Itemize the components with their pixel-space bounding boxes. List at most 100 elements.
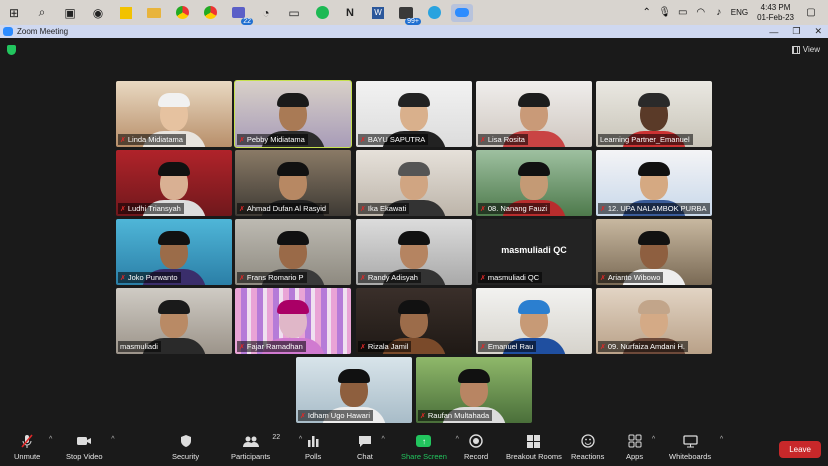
spotify-icon[interactable] [311,4,333,22]
chevron-up-icon[interactable]: ^ [299,436,302,443]
participant-hair [398,300,430,314]
participant-name: Ika Ekawati [367,204,407,213]
participant-tile[interactable]: ✗ 12. UPA NALAMBOK PURBA [596,150,712,216]
chrome-icon[interactable] [199,4,221,22]
participant-name: Lisa Rosita [487,135,525,144]
apps-button[interactable]: Apps ^ [626,433,655,461]
chrome-icon[interactable] [171,4,193,22]
muted-microphone-icon: ✗ [360,343,366,351]
steam-icon[interactable]: ◔ [255,4,277,22]
participant-tile[interactable]: ✗ Idham Ugo Hawari [296,357,412,423]
clock[interactable]: 4:43 PM 01-Feb-23 [757,3,794,23]
wifi-icon[interactable]: ◠ [694,7,708,18]
security-button[interactable]: Security [172,433,199,461]
participant-tile[interactable]: ✗ BAYU SAPUTRA [356,81,472,147]
participant-tile[interactable]: ✗ Lisa Rosita [476,81,592,147]
search-icon[interactable]: ⌕ [31,4,53,22]
participant-name: Fajar Ramadhan [246,342,303,351]
participant-hair [158,162,190,176]
participant-tile[interactable]: masmuliadi [116,288,232,354]
task-view-icon[interactable]: ▣ [59,4,81,22]
chevron-up-icon[interactable]: ⌃ [640,7,654,18]
view-button[interactable]: View [791,45,820,54]
volume-icon[interactable]: ♪ [712,7,726,18]
breakout-rooms-button[interactable]: Breakout Rooms [506,433,562,461]
file-explorer-icon[interactable] [143,4,165,22]
chevron-up-icon[interactable]: ^ [720,436,723,443]
participant-tile[interactable]: ✗ Raufan Multahada [416,357,532,423]
polls-icon [307,433,319,449]
participant-tile[interactable]: ✗ Randy Adisyah [356,219,472,285]
participant-tile[interactable]: ✗ Fajar Ramadhan [235,288,351,354]
share-screen-button[interactable]: ↑ Share Screen ^ [401,433,459,461]
record-button[interactable]: Record [464,433,488,461]
microphone-icon[interactable]: 🎙 [658,7,672,18]
participant-hair [398,93,430,107]
security-label: Security [172,452,200,461]
restore-icon[interactable]: ❐ [792,26,800,37]
notification-icon[interactable]: ▢ [804,7,818,18]
participant-tile[interactable]: Learning Partner_Emanuel [596,81,712,147]
whatsapp-icon[interactable]: 99+ [395,4,421,25]
participant-tile[interactable]: ✗ Frans Romario P [235,219,351,285]
participant-tile[interactable]: ✗ Rizala Jamil [356,288,472,354]
chat-label: Chat [357,452,373,461]
zoom-icon[interactable] [451,3,473,22]
participant-tile[interactable]: ✗ Ika Ekawati [356,150,472,216]
participant-hair [398,162,430,176]
reactions-button[interactable]: Reactions [571,433,604,461]
polls-label: Polls [305,452,322,461]
chevron-up-icon[interactable]: ^ [49,436,52,443]
close-icon[interactable]: ✕ [814,26,822,37]
leave-button[interactable]: Leave [779,441,821,458]
breakout-rooms-label: Breakout Rooms [506,452,562,461]
participant-name-tag: ✗ Idham Ugo Hawari [298,410,373,421]
participant-tile[interactable]: ✗ Linda Midiatama [116,81,232,147]
language-indicator[interactable]: ENG [731,8,748,17]
participant-tile[interactable]: ✗ Ludhi Triansyah [116,150,232,216]
chevron-up-icon[interactable]: ^ [111,436,114,443]
minimize-icon[interactable]: — [769,27,778,37]
security-shield-icon[interactable] [7,45,16,55]
telegram-icon[interactable] [423,4,445,22]
chevron-up-icon[interactable]: ^ [382,436,385,443]
breakout-rooms-icon [527,433,541,449]
notion-icon[interactable]: N [339,4,361,22]
participant-tile[interactable]: ✗ Joko Purwanto [116,219,232,285]
sticky-notes-icon[interactable] [115,4,137,22]
windows-start-icon[interactable]: ⊞ [3,4,25,22]
participant-name-tag: Learning Partner_Emanuel [598,134,693,145]
participant-tile[interactable]: ✗ Pebby Midiatama [234,80,352,148]
participant-tile[interactable]: masmuliadi QC ✗ masmuliadi QC [476,219,592,285]
meeting-controls: Unmute ^ Stop Video ^ Security Participa… [0,430,828,466]
battery-icon[interactable]: ▭ [676,7,690,18]
unmute-button[interactable]: Unmute ^ [14,433,52,461]
participant-tile[interactable]: ✗ Ahmad Dufan Al Rasyid [235,150,351,216]
word-icon[interactable]: W [367,4,389,22]
obs-icon[interactable]: ◉ [87,4,109,22]
apps-icon [628,433,642,449]
chevron-up-icon[interactable]: ^ [456,436,459,443]
chevron-up-icon[interactable]: ^ [652,436,655,443]
participant-hair [338,369,370,383]
participant-name: Arianto Wibowo [607,273,661,282]
participant-name: Rizala Jamil [367,342,409,351]
participant-hair [638,231,670,245]
smiley-icon [581,433,595,449]
polls-button[interactable]: Polls [305,433,321,461]
participant-tile[interactable]: ✗ 09. Nurfaiza Amdani H. [596,288,712,354]
participant-name-tag: ✗ Frans Romario P [237,272,307,283]
participant-name-tag: ✗ Joko Purwanto [118,272,181,283]
stop-video-button[interactable]: Stop Video ^ [66,433,115,461]
participants-button[interactable]: Participants 22 ^ [231,433,302,461]
chat-button[interactable]: Chat ^ [357,433,385,461]
whiteboards-button[interactable]: Whiteboards ^ [669,433,723,461]
participant-tile[interactable]: ✗ Arianto Wibowo [596,219,712,285]
muted-microphone-icon: ✗ [480,274,486,282]
vmware-icon[interactable]: ▭ [283,4,305,22]
participant-tile[interactable]: ✗ 08. Nanang Fauzi [476,150,592,216]
participant-name: Idham Ugo Hawari [307,411,370,420]
chat-icon [358,433,372,449]
participant-tile[interactable]: ✗ Emanuel Rau [476,288,592,354]
teams-icon[interactable]: 22 [227,4,253,25]
